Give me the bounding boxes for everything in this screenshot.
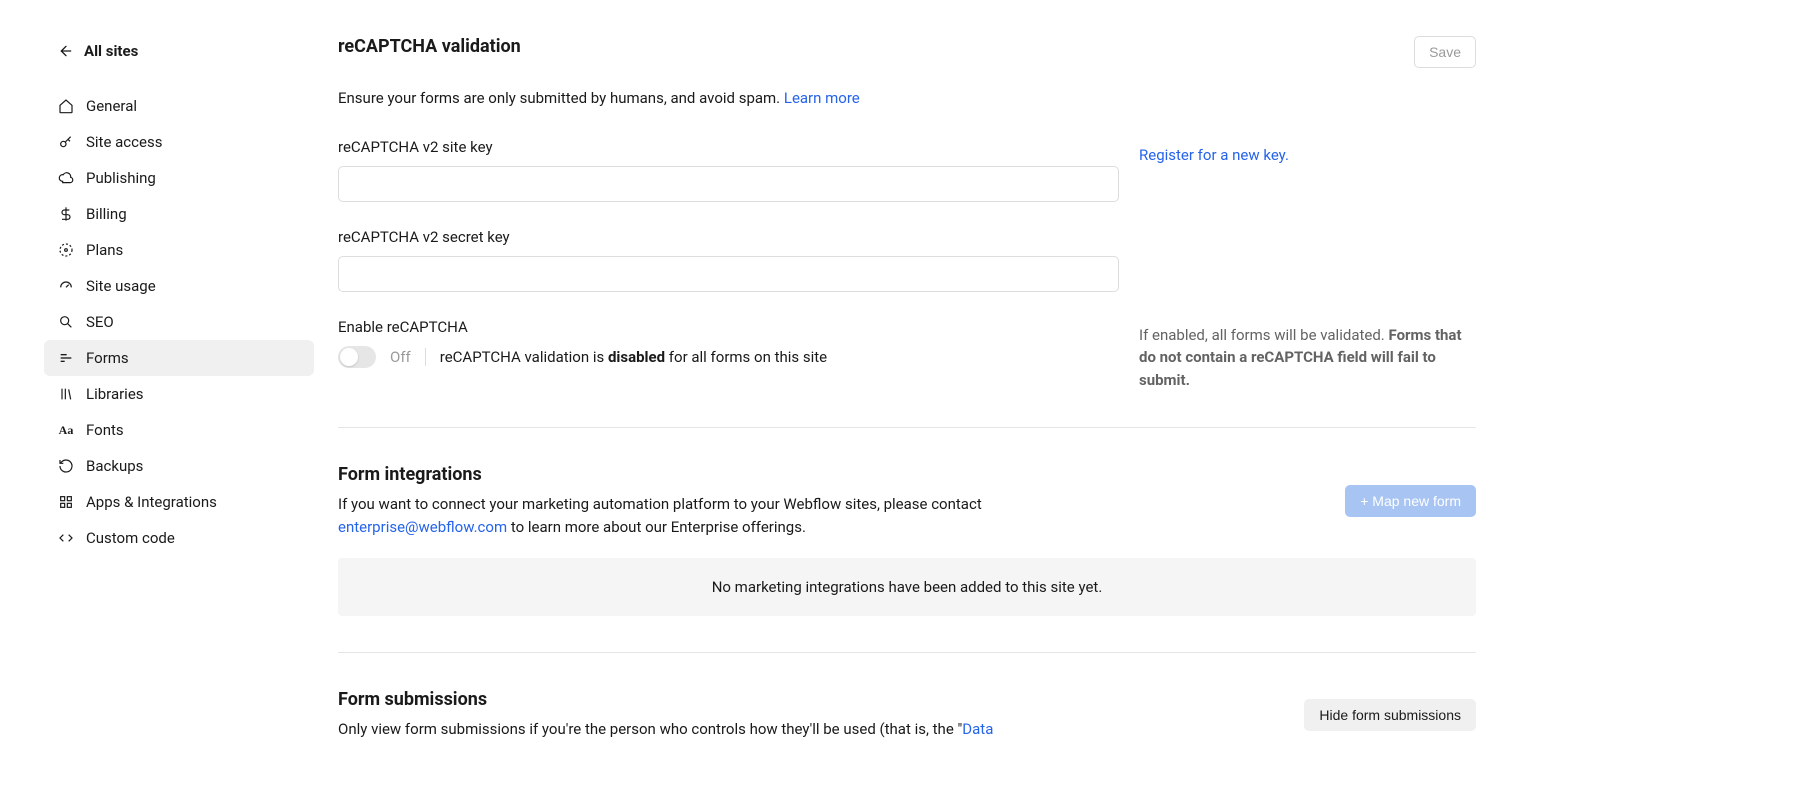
- submissions-title: Form submissions: [338, 689, 993, 710]
- sidebar-item-fonts[interactable]: Aa Fonts: [44, 412, 314, 448]
- recaptcha-desc: Ensure your forms are only submitted by …: [338, 87, 1476, 110]
- sidebar-item-site-access[interactable]: Site access: [44, 124, 314, 160]
- submissions-desc: Only view form submissions if you're the…: [338, 718, 993, 741]
- sidebar: All sites General Site access Publishing…: [0, 0, 330, 797]
- sidebar-item-seo[interactable]: SEO: [44, 304, 314, 340]
- refresh-icon: [58, 458, 74, 474]
- sidebar-item-plans[interactable]: Plans: [44, 232, 314, 268]
- site-key-label: reCAPTCHA v2 site key: [338, 138, 1119, 156]
- sidebar-item-forms[interactable]: Forms: [44, 340, 314, 376]
- back-to-all-sites[interactable]: All sites: [58, 42, 314, 60]
- enterprise-email-link[interactable]: enterprise@webflow.com: [338, 518, 507, 536]
- sidebar-item-label: Custom code: [86, 529, 175, 547]
- forms-icon: [58, 350, 74, 366]
- sidebar-nav: General Site access Publishing Billing P…: [44, 88, 314, 556]
- grid-icon: [58, 494, 74, 510]
- font-icon: Aa: [58, 422, 74, 438]
- sidebar-item-label: Fonts: [86, 421, 124, 439]
- cloud-icon: [58, 170, 74, 186]
- register-key-link[interactable]: Register for a new key.: [1139, 146, 1289, 164]
- sidebar-item-label: Billing: [86, 205, 127, 223]
- home-icon: [58, 98, 74, 114]
- hide-submissions-button[interactable]: Hide form submissions: [1304, 699, 1476, 731]
- books-icon: [58, 386, 74, 402]
- recaptcha-title: reCAPTCHA validation: [338, 36, 521, 57]
- sidebar-item-label: Libraries: [86, 385, 144, 403]
- integrations-desc: If you want to connect your marketing au…: [338, 493, 1058, 538]
- map-new-form-button[interactable]: + Map new form: [1345, 485, 1476, 517]
- gauge-icon: [58, 242, 74, 258]
- speedometer-icon: [58, 278, 74, 294]
- sidebar-item-label: Plans: [86, 241, 123, 259]
- recaptcha-hint: If enabled, all forms will be validated.…: [1139, 318, 1476, 392]
- recaptcha-status: reCAPTCHA validation is disabled for all…: [440, 348, 827, 366]
- sidebar-item-label: General: [86, 97, 137, 115]
- sidebar-item-label: Site access: [86, 133, 162, 151]
- integrations-empty: No marketing integrations have been adde…: [338, 558, 1476, 616]
- dollar-icon: [58, 206, 74, 222]
- data-link[interactable]: Data: [962, 720, 993, 738]
- search-icon: [58, 314, 74, 330]
- site-key-input[interactable]: [338, 166, 1119, 202]
- sidebar-item-billing[interactable]: Billing: [44, 196, 314, 232]
- sidebar-item-site-usage[interactable]: Site usage: [44, 268, 314, 304]
- recaptcha-section: reCAPTCHA validation Save Ensure your fo…: [338, 36, 1476, 428]
- arrow-left-icon: [58, 43, 74, 59]
- learn-more-link[interactable]: Learn more: [784, 89, 860, 107]
- sidebar-item-apps[interactable]: Apps & Integrations: [44, 484, 314, 520]
- submissions-section: Form submissions Only view form submissi…: [338, 689, 1476, 741]
- key-icon: [58, 134, 74, 150]
- toggle-state-label: Off: [390, 348, 426, 366]
- integrations-section: Form integrations If you want to connect…: [338, 464, 1476, 653]
- back-label: All sites: [84, 42, 138, 60]
- secret-key-label: reCAPTCHA v2 secret key: [338, 228, 1119, 246]
- enable-recaptcha-label: Enable reCAPTCHA: [338, 318, 1119, 336]
- sidebar-item-label: Site usage: [86, 277, 156, 295]
- sidebar-item-label: Forms: [86, 349, 129, 367]
- integrations-title: Form integrations: [338, 464, 1058, 485]
- sidebar-item-label: SEO: [86, 313, 114, 331]
- sidebar-item-general[interactable]: General: [44, 88, 314, 124]
- code-icon: [58, 530, 74, 546]
- sidebar-item-label: Backups: [86, 457, 143, 475]
- secret-key-input[interactable]: [338, 256, 1119, 292]
- sidebar-item-label: Apps & Integrations: [86, 493, 217, 511]
- save-button[interactable]: Save: [1414, 36, 1476, 68]
- sidebar-item-libraries[interactable]: Libraries: [44, 376, 314, 412]
- sidebar-item-custom-code[interactable]: Custom code: [44, 520, 314, 556]
- sidebar-item-backups[interactable]: Backups: [44, 448, 314, 484]
- main-content: reCAPTCHA validation Save Ensure your fo…: [330, 0, 1530, 797]
- sidebar-item-publishing[interactable]: Publishing: [44, 160, 314, 196]
- enable-recaptcha-toggle[interactable]: [338, 346, 376, 368]
- sidebar-item-label: Publishing: [86, 169, 156, 187]
